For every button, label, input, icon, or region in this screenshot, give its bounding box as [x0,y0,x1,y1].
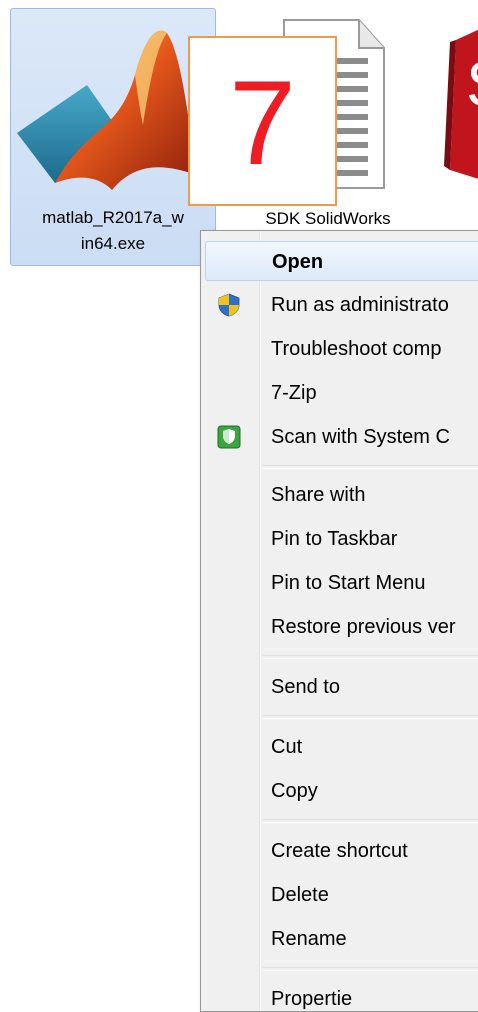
menu-item-label: Cut [271,736,303,758]
menu-item-pin-to-start-menu[interactable]: Pin to Start Menu [205,563,478,603]
menu-separator [263,967,478,971]
menu-item-share-with[interactable]: Share with [205,475,478,515]
menu-item-open[interactable]: Open [205,241,478,281]
menu-item-label: 7-Zip [271,382,317,404]
menu-item-label: Send to [271,676,340,698]
solidworks-logo-icon: S [444,29,478,179]
matlab-icon-label: matlab_R2017a_w in64.exe [42,208,184,253]
menu-item-cut[interactable]: Cut [205,727,478,767]
menu-item-label: Scan with System C [271,426,450,448]
menu-item-label: Pin to Start Menu [271,572,426,594]
menu-item-label: Share with [271,484,366,506]
menu-item-create-shortcut[interactable]: Create shortcut [205,831,478,871]
menu-separator [263,715,478,719]
menu-item-7zip[interactable]: 7-Zip [205,373,478,413]
menu-item-restore-previous-versions[interactable]: Restore previous ver [205,607,478,647]
menu-separator [263,819,478,823]
menu-item-label: Open [272,251,324,273]
menu-item-label: Rename [271,928,347,950]
menu-item-scan-with-system-center[interactable]: Scan with System C [205,417,478,457]
desktop-icon-matlab[interactable]: matlab_R2017a_w in64.exe [10,8,216,266]
uac-shield-icon [218,293,240,317]
menu-item-label: Delete [271,884,329,906]
desktop-icon-solidworks[interactable]: S [442,20,478,190]
menu-item-label: Pin to Taskbar [271,528,398,550]
menu-item-copy[interactable]: Copy [205,771,478,811]
menu-item-send-to[interactable]: Send to [205,667,478,707]
security-shield-icon [217,425,241,449]
context-menu: Open Run as administrato Troubleshoot co… [200,230,478,1012]
menu-item-pin-to-taskbar[interactable]: Pin to Taskbar [205,519,478,559]
menu-item-rename[interactable]: Rename [205,919,478,959]
menu-item-label: Copy [271,780,318,802]
menu-item-run-as-administrator[interactable]: Run as administrato [205,285,478,325]
svg-text:S: S [466,48,478,120]
menu-item-label: Run as administrato [271,294,449,316]
menu-separator [263,655,478,659]
sdk-icon-label: SDK SolidWorks [265,209,391,228]
menu-separator [263,465,478,469]
matlab-logo-icon [17,30,197,190]
menu-item-troubleshoot-compatibility[interactable]: Troubleshoot comp [205,329,478,369]
menu-item-properties[interactable]: Propertie [205,979,478,1011]
menu-item-label: Create shortcut [271,840,408,862]
menu-item-label: Troubleshoot comp [271,338,442,360]
step-number: 7 [229,56,296,190]
step-number-badge: 7 [188,36,337,206]
menu-item-label: Restore previous ver [271,616,456,638]
menu-item-label: Propertie [271,988,353,1010]
menu-item-delete[interactable]: Delete [205,875,478,915]
